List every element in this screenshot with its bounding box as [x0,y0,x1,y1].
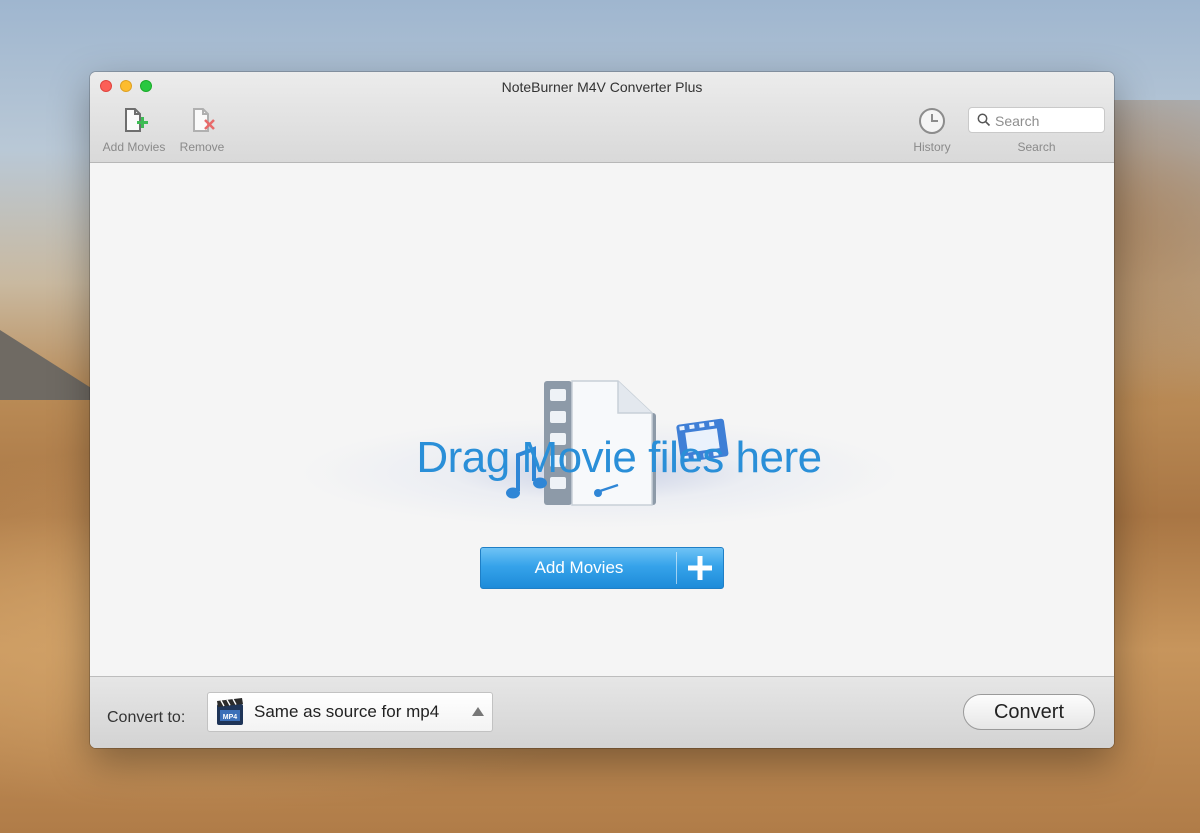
clock-icon [916,106,948,136]
remove-tool-label: Remove [179,140,225,154]
magnifier-icon [977,113,991,132]
svg-text:MP4: MP4 [223,714,238,721]
drop-instruction-text: Drag Movie files here [416,433,822,482]
mp4-format-icon: MP4 [216,698,244,726]
add-movies-tool-label: Add Movies [102,140,166,154]
output-format-select[interactable]: MP4 Same as source for mp4 [207,692,493,732]
drop-zone[interactable]: Drag Movie files here Add Movies [90,163,1114,676]
remove-tool-button[interactable]: Remove [174,106,230,154]
add-file-icon [118,106,150,136]
search-tool-label: Search [1017,140,1056,154]
add-movies-button[interactable]: Add Movies [480,547,724,589]
history-tool-button[interactable]: History [904,106,960,154]
convert-button[interactable]: Convert [963,694,1095,730]
remove-file-icon [186,106,218,136]
add-movies-tool-button[interactable]: Add Movies [98,106,170,154]
plus-icon [677,548,723,588]
title-toolbar: NoteBurner M4V Converter Plus Add Movies [90,72,1114,163]
search-input[interactable] [993,111,1102,131]
output-format-value: Same as source for mp4 [254,702,440,721]
dropdown-arrow-icon [472,707,484,716]
app-window: NoteBurner M4V Converter Plus Add Movies [90,72,1114,748]
add-movies-button-label: Add Movies [534,558,624,577]
convert-to-label: Convert to: [107,709,186,726]
window-title: NoteBurner M4V Converter Plus [501,79,703,95]
search-field[interactable] [968,107,1105,133]
history-tool-label: History [913,140,951,154]
bottom-bar: Convert to: MP4 Same as source for mp4 C… [90,676,1114,748]
